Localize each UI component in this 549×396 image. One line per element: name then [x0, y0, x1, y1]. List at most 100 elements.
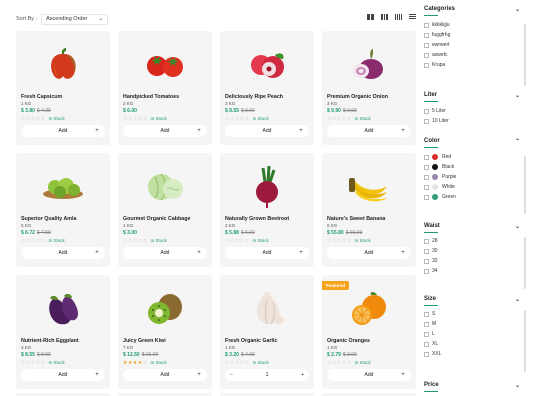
price-header[interactable]: Price ⌄ — [424, 382, 526, 392]
plus-icon[interactable]: + — [399, 127, 407, 135]
checkbox[interactable] — [424, 52, 429, 58]
color-option[interactable]: Purple — [424, 172, 526, 182]
list-view-icon[interactable] — [409, 14, 416, 20]
size-option[interactable]: XXL — [424, 349, 526, 359]
plus-icon[interactable]: + — [297, 249, 305, 257]
minus-icon[interactable]: − — [230, 372, 233, 378]
checkbox[interactable] — [424, 238, 429, 244]
product-card[interactable]: Gourmet Organic Cabbage 1 KG $ 3.00 ☆☆☆☆… — [118, 153, 212, 267]
product-name[interactable]: Fresh Capsicum — [21, 94, 62, 100]
product-card[interactable]: Handpicked Tomatoes 2 KG $ 6.00 ☆☆☆☆☆ In … — [118, 31, 212, 145]
add-to-cart-button[interactable]: Add + — [21, 369, 105, 381]
checkbox[interactable] — [424, 164, 429, 170]
checkbox[interactable] — [424, 108, 429, 114]
size-option[interactable]: S — [424, 309, 526, 319]
plus-icon[interactable]: + — [195, 371, 203, 379]
product-name[interactable]: Nutrient-Rich Eggplant — [21, 338, 79, 344]
checkbox[interactable] — [424, 258, 429, 264]
checkbox[interactable] — [424, 32, 429, 38]
product-name[interactable]: Juicy Green Kiwi — [123, 338, 166, 344]
eggplant-image[interactable] — [16, 281, 110, 335]
garlic-image[interactable] — [220, 281, 314, 335]
kiwi-image[interactable] — [118, 281, 212, 335]
checkbox[interactable] — [424, 184, 429, 190]
add-to-cart-button[interactable]: Add + — [225, 247, 309, 259]
color-header[interactable]: Color ⌃ — [424, 138, 526, 148]
size-option[interactable]: M — [424, 319, 526, 329]
chevron-down-icon[interactable]: ⌄ — [515, 223, 520, 230]
checkbox[interactable] — [424, 311, 429, 317]
add-to-cart-button[interactable]: Add + — [225, 125, 309, 137]
add-to-cart-button[interactable]: Add + — [327, 125, 411, 137]
plus-icon[interactable]: + — [93, 127, 101, 135]
product-name[interactable]: Premium Organic Onion — [327, 94, 388, 100]
checkbox[interactable] — [424, 268, 429, 274]
product-name[interactable]: Nature's Sweet Banana — [327, 216, 385, 222]
product-card[interactable]: Premium Organic Onion 3 KG $ 9.90 $ 9.99 … — [322, 31, 416, 145]
amla-image[interactable] — [16, 159, 110, 213]
waist-option[interactable]: 34 — [424, 266, 526, 276]
checkbox[interactable] — [424, 321, 429, 327]
color-option[interactable]: Red — [424, 152, 526, 162]
categories-header[interactable]: Categories ⌄ — [424, 6, 526, 16]
product-card[interactable]: Deliciously Ripe Peach 3 KG $ 8.55 $ 9.00… — [220, 31, 314, 145]
color-option[interactable]: Black — [424, 162, 526, 172]
product-name[interactable]: Superior Quality Amla — [21, 216, 76, 222]
product-name[interactable]: Handpicked Tomatoes — [123, 94, 179, 100]
sort-select[interactable]: Ascending Order ⌄ — [41, 13, 109, 25]
waist-header[interactable]: Waist ⌄ — [424, 223, 526, 233]
product-card[interactable]: Nature's Sweet Banana 5 KG $ 55.80 $ 60.0… — [322, 153, 416, 267]
product-name[interactable]: Fresh Organic Garlic — [225, 338, 277, 344]
product-card[interactable]: Naturally Grown Beetroot 2 KG $ 5.88 $ 6.… — [220, 153, 314, 267]
grid-3-view-icon[interactable] — [381, 14, 389, 20]
color-option[interactable]: Green — [424, 192, 526, 202]
checkbox[interactable] — [424, 154, 429, 160]
plus-icon[interactable]: + — [399, 371, 407, 379]
grid-4-view-icon[interactable] — [395, 14, 402, 20]
cat-option[interactable]: aswefc — [424, 50, 526, 60]
orange-image[interactable] — [322, 281, 416, 335]
product-card[interactable]: Fresh Organic Garlic 1 KG $ 3.20 $ 4.00 ☆… — [220, 275, 314, 389]
cat-option[interactable]: fuggfrhg — [424, 30, 526, 40]
peach-image[interactable] — [220, 37, 314, 91]
product-name[interactable]: Deliciously Ripe Peach — [225, 94, 283, 100]
size-option[interactable]: L — [424, 329, 526, 339]
chevron-down-icon[interactable]: ⌄ — [515, 6, 520, 13]
checkbox[interactable] — [424, 331, 429, 337]
plus-icon[interactable]: + — [93, 249, 101, 257]
liter-option[interactable]: 10 Liter — [424, 116, 526, 126]
checkbox[interactable] — [424, 194, 429, 200]
banana-image[interactable] — [322, 159, 416, 213]
checkbox[interactable] — [424, 351, 429, 357]
chevron-down-icon[interactable]: ⌄ — [515, 382, 520, 389]
product-card[interactable]: Featured Organic Oranges 1 KG $ 2.79 $ 3.… — [322, 275, 416, 389]
onion-image[interactable] — [322, 37, 416, 91]
cabbage-image[interactable] — [118, 159, 212, 213]
checkbox[interactable] — [424, 174, 429, 180]
product-card[interactable]: Nutrient-Rich Eggplant 3 KG $ 8.55 $ 9.00… — [16, 275, 110, 389]
add-to-cart-button[interactable]: Add + — [327, 369, 411, 381]
plus-icon[interactable]: + — [93, 371, 101, 379]
checkbox[interactable] — [424, 22, 429, 28]
add-to-cart-button[interactable]: Add + — [21, 125, 105, 137]
plus-icon[interactable]: + — [301, 372, 304, 378]
capsicum-image[interactable] — [16, 37, 110, 91]
plus-icon[interactable]: + — [297, 127, 305, 135]
waist-option[interactable]: 32 — [424, 256, 526, 266]
chevron-up-icon[interactable]: ⌃ — [515, 138, 520, 145]
cat-option[interactable]: kkkkkjju — [424, 20, 526, 30]
product-name[interactable]: Naturally Grown Beetroot — [225, 216, 289, 222]
cat-option[interactable]: ewrwert — [424, 40, 526, 50]
add-to-cart-button[interactable]: Add + — [327, 247, 411, 259]
color-option[interactable]: White — [424, 182, 526, 192]
plus-icon[interactable]: + — [195, 249, 203, 257]
chevron-down-icon[interactable]: ⌄ — [515, 296, 520, 303]
product-card[interactable]: Juicy Green Kiwi 7 KG $ 12.50 $ 26.00 ★★★… — [118, 275, 212, 389]
add-to-cart-button[interactable]: Add + — [123, 247, 207, 259]
add-to-cart-button[interactable]: Add + — [21, 247, 105, 259]
add-to-cart-button[interactable]: Add + — [123, 369, 207, 381]
product-name[interactable]: Organic Oranges — [327, 338, 370, 344]
checkbox[interactable] — [424, 341, 429, 347]
chevron-down-icon[interactable]: ⌄ — [515, 92, 520, 99]
product-name[interactable]: Gourmet Organic Cabbage — [123, 216, 190, 222]
